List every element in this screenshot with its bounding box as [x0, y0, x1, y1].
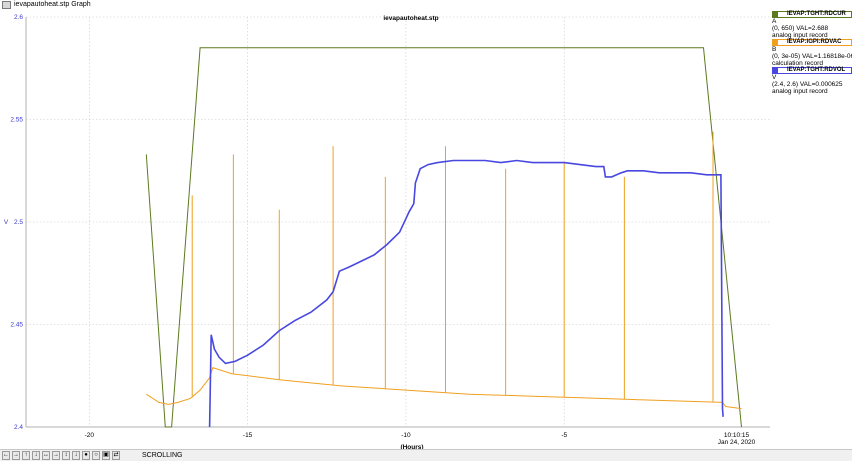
expand-vertical-icon[interactable]: ↕: [62, 451, 70, 460]
arrow-down-icon[interactable]: ↓: [32, 451, 40, 460]
arrow-up-icon[interactable]: ↑: [22, 451, 30, 460]
zoom-out-icon[interactable]: ○: [92, 451, 100, 460]
legend-entry-header[interactable]: IEVAP:IGPI:RDVAC: [772, 39, 852, 46]
series-line-ievap-tght-rdvol: [208, 159, 724, 428]
graph-area[interactable]: -20 -15 -10 -5 2.4 2.45 2.5 2.55 2.6 ievapautohea…: [0, 11, 852, 449]
y-tick-label: 2.45: [10, 322, 23, 329]
series-line-ievap-tght-rdcur: [145, 47, 742, 428]
expand-horizontal-icon[interactable]: ↔: [42, 451, 50, 460]
y-axis-label: V: [4, 219, 9, 226]
series-lines: [145, 47, 742, 428]
axis-labels: -20 -15 -10 -5 2.4 2.45 2.5 2.55 2.6 ievapautohea…: [4, 14, 756, 449]
line-chart[interactable]: -20 -15 -10 -5 2.4 2.45 2.5 2.55 2.6 ievapautohea…: [0, 11, 852, 449]
legend-color-swatch: [773, 68, 778, 73]
x-tick-label: -5: [561, 432, 567, 439]
y-tick-label: 2.6: [14, 14, 23, 21]
zoom-in-icon[interactable]: ●: [82, 451, 90, 460]
legend-letter: A: [772, 18, 777, 25]
arrow-right-icon[interactable]: →: [12, 451, 20, 460]
toolbar: ← → ↑ ↓ ↔ → ↕ ↓ ● ○ ▣ ⇄ SCROLLING: [0, 449, 852, 461]
grid-lines: [26, 16, 770, 427]
legend-series-name: IEVAP:IGPI:RDVAC: [787, 39, 842, 45]
scrolling-mode-label: SCROLLING: [142, 452, 183, 459]
legend-record-type: analog input record: [772, 88, 828, 95]
end-date-label: Jan 24, 2020: [718, 439, 756, 446]
arrow-left-icon[interactable]: ←: [2, 451, 10, 460]
app-icon: [2, 1, 11, 9]
legend-entry-header[interactable]: IEVAP:TGHT:RDVOL: [772, 67, 852, 74]
x-tick-label: -15: [243, 432, 253, 439]
legend-series-name: IEVAP:TGHT:RDVOL: [787, 67, 846, 73]
fit-icon[interactable]: ▣: [102, 451, 110, 460]
legend-color-swatch: [773, 40, 778, 45]
legend-value: (0, 650) VAL=2.688: [772, 25, 829, 32]
legend-record-type: calculation record: [772, 60, 823, 67]
legend-letter: V: [772, 74, 777, 81]
legend-value: (2.4, 2.6) VAL=0.000625: [772, 81, 843, 88]
legend-letter: B: [772, 46, 777, 53]
compress-vertical-icon[interactable]: ↓: [72, 451, 80, 460]
x-tick-label: -10: [401, 432, 411, 439]
y-tick-label: 2.4: [14, 424, 23, 431]
legend: IEVAP:TGHT:RDCUR A (0, 650) VAL=2.688 analo…: [772, 11, 852, 95]
end-time-label: 10:10:15: [724, 432, 750, 439]
legend-value: (0, 3e-05) VAL=1.16818e-06: [772, 53, 852, 60]
compress-horizontal-icon[interactable]: →: [52, 451, 60, 460]
x-tick-label: -20: [85, 432, 95, 439]
series-line-ievap-igpi-rdvac: [146, 366, 742, 410]
scroll-icon[interactable]: ⇄: [112, 451, 120, 460]
y-tick-label: 2.5: [14, 219, 23, 226]
chart-title: ievapautoheat.stp: [383, 15, 438, 22]
legend-series-name: IEVAP:TGHT:RDCUR: [787, 11, 846, 17]
legend-record-type: analog input record: [772, 32, 828, 39]
window-title: ievapautoheat.stp Graph: [14, 1, 91, 8]
legend-color-swatch: [773, 12, 778, 17]
window-titlebar: ievapautoheat.stp Graph: [0, 0, 852, 11]
y-tick-label: 2.55: [10, 117, 23, 124]
legend-entry-header[interactable]: IEVAP:TGHT:RDCUR: [772, 11, 852, 18]
